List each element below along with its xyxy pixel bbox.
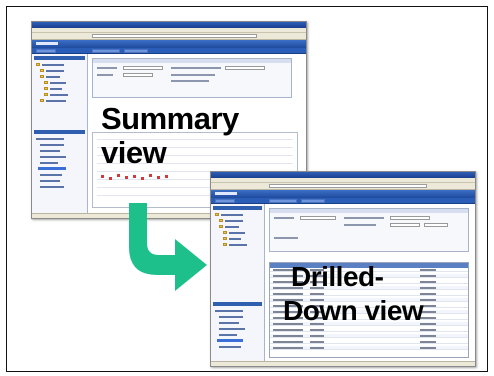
drill-tree-pane bbox=[211, 204, 265, 363]
drill-window-toolbar bbox=[211, 183, 475, 190]
summary-app-header bbox=[32, 40, 306, 48]
slide-frame: Summary view Drilled- Down view bbox=[6, 6, 488, 372]
drilled-view-label-line2: Down view bbox=[283, 295, 424, 326]
summary-view-label-line1: Summary bbox=[101, 101, 239, 136]
curved-arrow-icon bbox=[129, 203, 207, 291]
summary-filter-panel bbox=[92, 58, 292, 98]
summary-window-toolbar bbox=[32, 33, 306, 40]
summary-tree-pane bbox=[32, 54, 88, 215]
drill-filter-panel bbox=[269, 208, 469, 252]
drill-address-bar bbox=[269, 184, 428, 188]
drill-status-bar bbox=[211, 361, 475, 366]
summary-view-label-line2: view bbox=[101, 135, 167, 170]
slide: Summary view Drilled- Down view bbox=[0, 0, 494, 376]
summary-app-logo bbox=[36, 42, 58, 45]
summary-address-bar bbox=[92, 34, 257, 38]
drill-app-logo bbox=[215, 192, 237, 195]
drill-app-header bbox=[211, 190, 475, 198]
drilled-view-label-line1: Drilled- bbox=[291, 261, 384, 292]
